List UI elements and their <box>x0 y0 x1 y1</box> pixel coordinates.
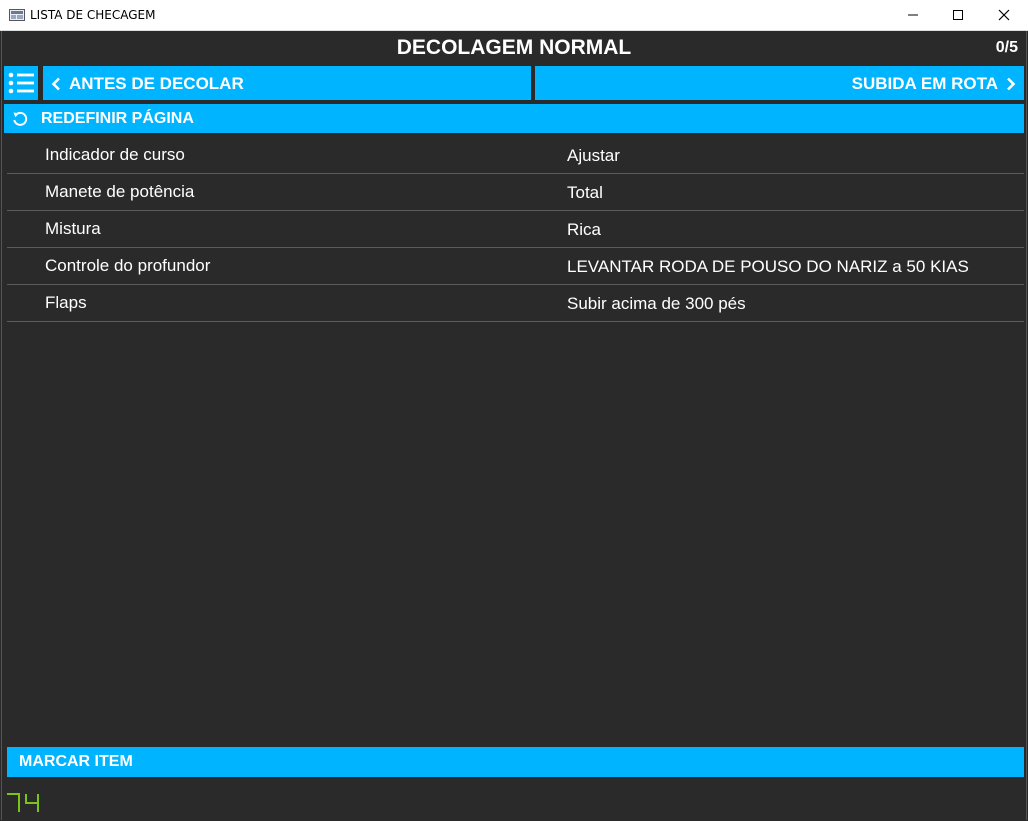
checklist-item-action: LEVANTAR RODA DE POUSO DO NARIZ a 50 KIA… <box>567 257 969 276</box>
window-title-bar: LISTA DE CHECAGEM <box>0 0 1028 31</box>
next-checklist-label: SUBIDA EM ROTA <box>851 74 998 93</box>
minimize-icon <box>908 14 918 16</box>
checklist-row[interactable]: Manete de potência Total <box>7 174 1024 211</box>
list-icon <box>8 72 34 94</box>
checklist-item-name: Controle do profundor <box>45 256 211 275</box>
reset-page-label: REDEFINIR PÁGINA <box>41 110 194 127</box>
checklist-items: Indicador de curso Ajustar Manete de pot… <box>7 137 1024 322</box>
previous-checklist-label: ANTES DE DECOLAR <box>69 74 244 93</box>
reset-page-button[interactable]: REDEFINIR PÁGINA <box>4 104 1024 133</box>
checklist-item-name: Manete de potência <box>45 182 195 201</box>
menu-button[interactable] <box>4 66 38 100</box>
checklist-row[interactable]: Mistura Rica <box>7 211 1024 248</box>
checklist-item-name: Flaps <box>45 293 87 312</box>
checklist-item-action: Rica <box>567 220 602 239</box>
chevron-right-icon <box>1007 77 1016 91</box>
previous-checklist-button[interactable]: ANTES DE DECOLAR <box>43 66 531 100</box>
checklist-item-name: Mistura <box>45 219 101 238</box>
reset-icon <box>13 111 28 126</box>
mark-item-button[interactable]: MARCAR ITEM <box>7 747 1024 777</box>
minimize-button[interactable] <box>890 0 936 31</box>
checklist-row[interactable]: Indicador de curso Ajustar <box>7 137 1024 174</box>
close-button[interactable] <box>981 0 1027 31</box>
fps-counter <box>7 793 39 812</box>
mark-item-label: MARCAR ITEM <box>19 753 133 770</box>
close-icon <box>998 9 1010 21</box>
app-icon <box>9 9 25 21</box>
checklist-item-name: Indicador de curso <box>45 145 185 164</box>
checklist-item-action: Subir acima de 300 pés <box>567 294 746 313</box>
next-checklist-button[interactable]: SUBIDA EM ROTA <box>535 66 1024 100</box>
page-title: DECOLAGEM NORMAL <box>396 36 632 59</box>
progress-counter: 0/5 <box>995 39 1018 56</box>
chevron-left-icon <box>51 77 60 91</box>
checklist-item-action: Total <box>567 183 603 202</box>
maximize-icon <box>953 10 963 20</box>
maximize-button[interactable] <box>935 0 981 31</box>
checklist-row[interactable]: Flaps Subir acima de 300 pés <box>7 285 1024 322</box>
window-title: LISTA DE CHECAGEM <box>30 8 156 22</box>
checklist-item-action: Ajustar <box>567 146 620 165</box>
checklist-row[interactable]: Controle do profundor LEVANTAR RODA DE P… <box>7 248 1024 285</box>
